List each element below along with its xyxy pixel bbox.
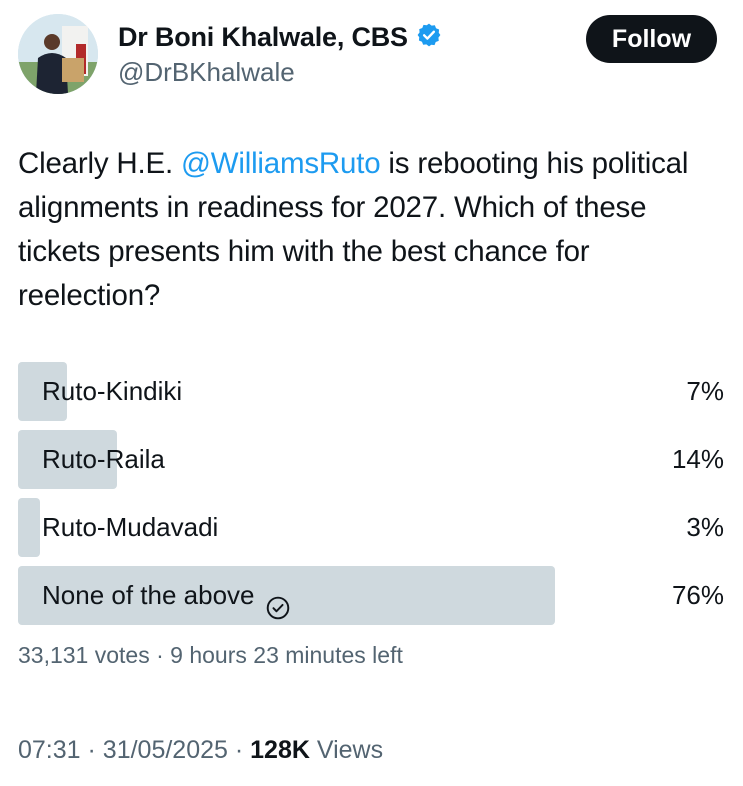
poll-option-text: Ruto-Kindiki [42, 376, 183, 406]
poll-option-label: Ruto-Mudavadi [42, 498, 218, 557]
poll-option-text: None of the above [42, 580, 255, 610]
avatar-photo [18, 14, 98, 94]
poll-option-text: Ruto-Raila [42, 444, 165, 474]
author-handle[interactable]: @DrBKhalwale [118, 57, 295, 88]
tweet-date[interactable]: 31/05/2025 [103, 736, 228, 764]
vote-count: 33,131 votes [18, 642, 150, 668]
poll-option-selected[interactable]: None of the above 76% [18, 566, 724, 625]
poll: Ruto-Kindiki 7% Ruto-Raila 14% Ruto-Muda… [18, 362, 724, 634]
mention-link[interactable]: @WilliamsRuto [181, 147, 381, 180]
poll-option-percent: 76% [671, 580, 724, 610]
poll-option-percent: 7% [686, 376, 724, 406]
poll-option-label: Ruto-Raila [42, 430, 165, 489]
poll-bar [18, 498, 40, 557]
poll-option-percent: 14% [671, 444, 724, 474]
poll-option[interactable]: Ruto-Kindiki 7% [18, 362, 724, 421]
verified-badge-icon [416, 22, 442, 53]
tweet-text-start: Clearly H.E. [18, 147, 181, 180]
avatar[interactable] [18, 14, 98, 94]
time-left: 9 hours 23 minutes left [170, 642, 403, 668]
check-circle-icon [265, 583, 291, 619]
views-label: Views [316, 736, 384, 764]
author-name-row: Dr Boni Khalwale, CBS [118, 22, 442, 53]
poll-option-text: Ruto-Mudavadi [42, 512, 219, 542]
author-display-name[interactable]: Dr Boni Khalwale, CBS [118, 22, 408, 53]
poll-option-label: None of the above [42, 566, 291, 625]
views-count: 128K [250, 736, 310, 764]
tweet-time[interactable]: 07:31 [18, 736, 81, 764]
poll-option[interactable]: Ruto-Mudavadi 3% [18, 498, 724, 557]
follow-button[interactable]: Follow [586, 15, 717, 63]
separator: · [87, 736, 96, 764]
separator: · [234, 736, 244, 764]
poll-option-percent: 3% [686, 512, 724, 542]
poll-option-label: Ruto-Kindiki [42, 362, 182, 421]
tweet-text: Clearly H.E. @WilliamsRuto is rebooting … [18, 142, 733, 318]
separator: · [156, 642, 164, 668]
poll-option[interactable]: Ruto-Raila 14% [18, 430, 724, 489]
tweet-footer: 07:31 · 31/05/2025 · 128K Views [18, 736, 383, 765]
poll-meta: 33,131 votes · 9 hours 23 minutes left [18, 642, 403, 669]
